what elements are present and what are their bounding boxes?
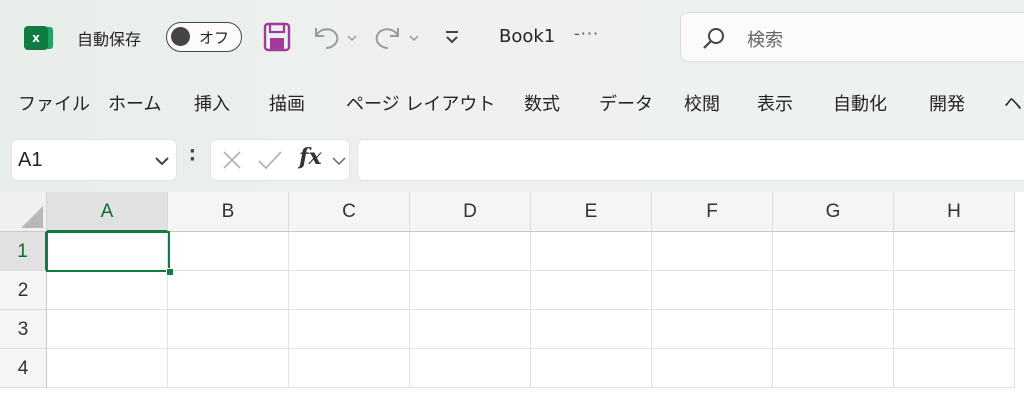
document-title[interactable]: Book1 xyxy=(499,26,555,47)
save-icon[interactable] xyxy=(263,22,291,56)
tab-home[interactable]: ホーム xyxy=(108,90,161,116)
cell-e3[interactable] xyxy=(531,310,652,349)
tab-page-layout[interactable]: ページ レイアウト xyxy=(346,90,495,116)
cell-c1[interactable] xyxy=(289,232,410,271)
cell-c4[interactable] xyxy=(289,349,410,388)
tab-insert[interactable]: 挿入 xyxy=(194,90,230,116)
document-title-more[interactable]: -··· xyxy=(574,24,599,43)
cell-h2[interactable] xyxy=(894,271,1015,310)
tab-help[interactable]: ヘ xyxy=(1004,90,1022,116)
cell-g4[interactable] xyxy=(773,349,894,388)
column-header-c[interactable]: C xyxy=(289,192,410,232)
search-placeholder: 検索 xyxy=(747,30,783,51)
column-header-d[interactable]: D xyxy=(410,192,531,232)
check-icon[interactable] xyxy=(257,149,283,175)
tab-draw[interactable]: 描画 xyxy=(269,90,305,116)
search-box[interactable]: 検索 xyxy=(680,12,1024,62)
column-header-h[interactable]: H xyxy=(894,192,1015,232)
formula-bar-grip-icon[interactable]: · · xyxy=(189,143,196,169)
chevron-down-icon[interactable] xyxy=(154,153,170,172)
tab-formulas[interactable]: 数式 xyxy=(524,90,560,116)
tab-automate[interactable]: 自動化 xyxy=(833,90,887,116)
select-all-triangle-icon xyxy=(21,206,43,228)
undo-icon[interactable] xyxy=(310,22,358,56)
row-header-4[interactable]: 4 xyxy=(0,349,47,388)
column-header-a[interactable]: A xyxy=(47,192,168,232)
cell-f3[interactable] xyxy=(652,310,773,349)
column-header-b[interactable]: B xyxy=(168,192,289,232)
column-header-f[interactable]: F xyxy=(652,192,773,232)
cell-g3[interactable] xyxy=(773,310,894,349)
formula-input[interactable] xyxy=(357,139,1024,181)
cell-a2[interactable] xyxy=(47,271,168,310)
search-icon xyxy=(701,26,727,56)
cell-b2[interactable] xyxy=(168,271,289,310)
ribbon-tabs: ファイル ホーム 挿入 描画 ページ レイアウト 数式 データ 校閲 表示 自動… xyxy=(0,84,1024,124)
autosave-state: オフ xyxy=(199,29,230,47)
tab-developer[interactable]: 開発 xyxy=(929,90,965,116)
column-header-e[interactable]: E xyxy=(531,192,652,232)
tab-review[interactable]: 校閲 xyxy=(684,90,720,116)
title-bar: x 自動保存 オフ Book1 -··· 検索 xyxy=(0,0,1024,76)
cell-b3[interactable] xyxy=(168,310,289,349)
cell-e4[interactable] xyxy=(531,349,652,388)
cell-d4[interactable] xyxy=(410,349,531,388)
cell-c3[interactable] xyxy=(289,310,410,349)
worksheet-grid: A B C D E F G H 1 2 3 4 xyxy=(0,192,1024,393)
cell-a3[interactable] xyxy=(47,310,168,349)
column-header-g[interactable]: G xyxy=(773,192,894,232)
row-header-3[interactable]: 3 xyxy=(0,310,47,349)
cell-a4[interactable] xyxy=(47,349,168,388)
cell-d1[interactable] xyxy=(410,232,531,271)
autosave-toggle[interactable]: オフ xyxy=(166,22,242,52)
cell-g2[interactable] xyxy=(773,271,894,310)
cell-d3[interactable] xyxy=(410,310,531,349)
cell-f1[interactable] xyxy=(652,232,773,271)
cell-e1[interactable] xyxy=(531,232,652,271)
row-header-1[interactable]: 1 xyxy=(0,232,47,271)
cell-h1[interactable] xyxy=(894,232,1015,271)
cell-d2[interactable] xyxy=(410,271,531,310)
select-all-button[interactable] xyxy=(0,192,47,232)
cancel-icon[interactable] xyxy=(221,149,243,175)
tab-data[interactable]: データ xyxy=(599,90,653,116)
autosave-label: 自動保存 xyxy=(77,30,142,49)
cell-h3[interactable] xyxy=(894,310,1015,349)
cell-c2[interactable] xyxy=(289,271,410,310)
tab-view[interactable]: 表示 xyxy=(757,90,793,116)
insert-function-button[interactable]: fx xyxy=(299,144,322,170)
toggle-knob xyxy=(171,27,190,46)
name-box-value: A1 xyxy=(18,149,43,171)
cell-g1[interactable] xyxy=(773,232,894,271)
chevron-down-icon[interactable] xyxy=(331,153,347,172)
active-cell-selection[interactable] xyxy=(46,231,170,272)
excel-logo-icon: x xyxy=(24,26,48,50)
fill-handle[interactable] xyxy=(166,268,174,276)
redo-icon[interactable] xyxy=(372,22,422,56)
cell-f2[interactable] xyxy=(652,271,773,310)
cell-b4[interactable] xyxy=(168,349,289,388)
tab-file[interactable]: ファイル xyxy=(18,90,90,116)
name-box[interactable]: A1 xyxy=(11,139,177,181)
cell-h4[interactable] xyxy=(894,349,1015,388)
cell-e2[interactable] xyxy=(531,271,652,310)
cell-f4[interactable] xyxy=(652,349,773,388)
row-header-2[interactable]: 2 xyxy=(0,271,47,310)
customize-quick-access-icon[interactable] xyxy=(443,22,461,56)
cell-b1[interactable] xyxy=(168,232,289,271)
formula-buttons: fx xyxy=(210,139,350,181)
